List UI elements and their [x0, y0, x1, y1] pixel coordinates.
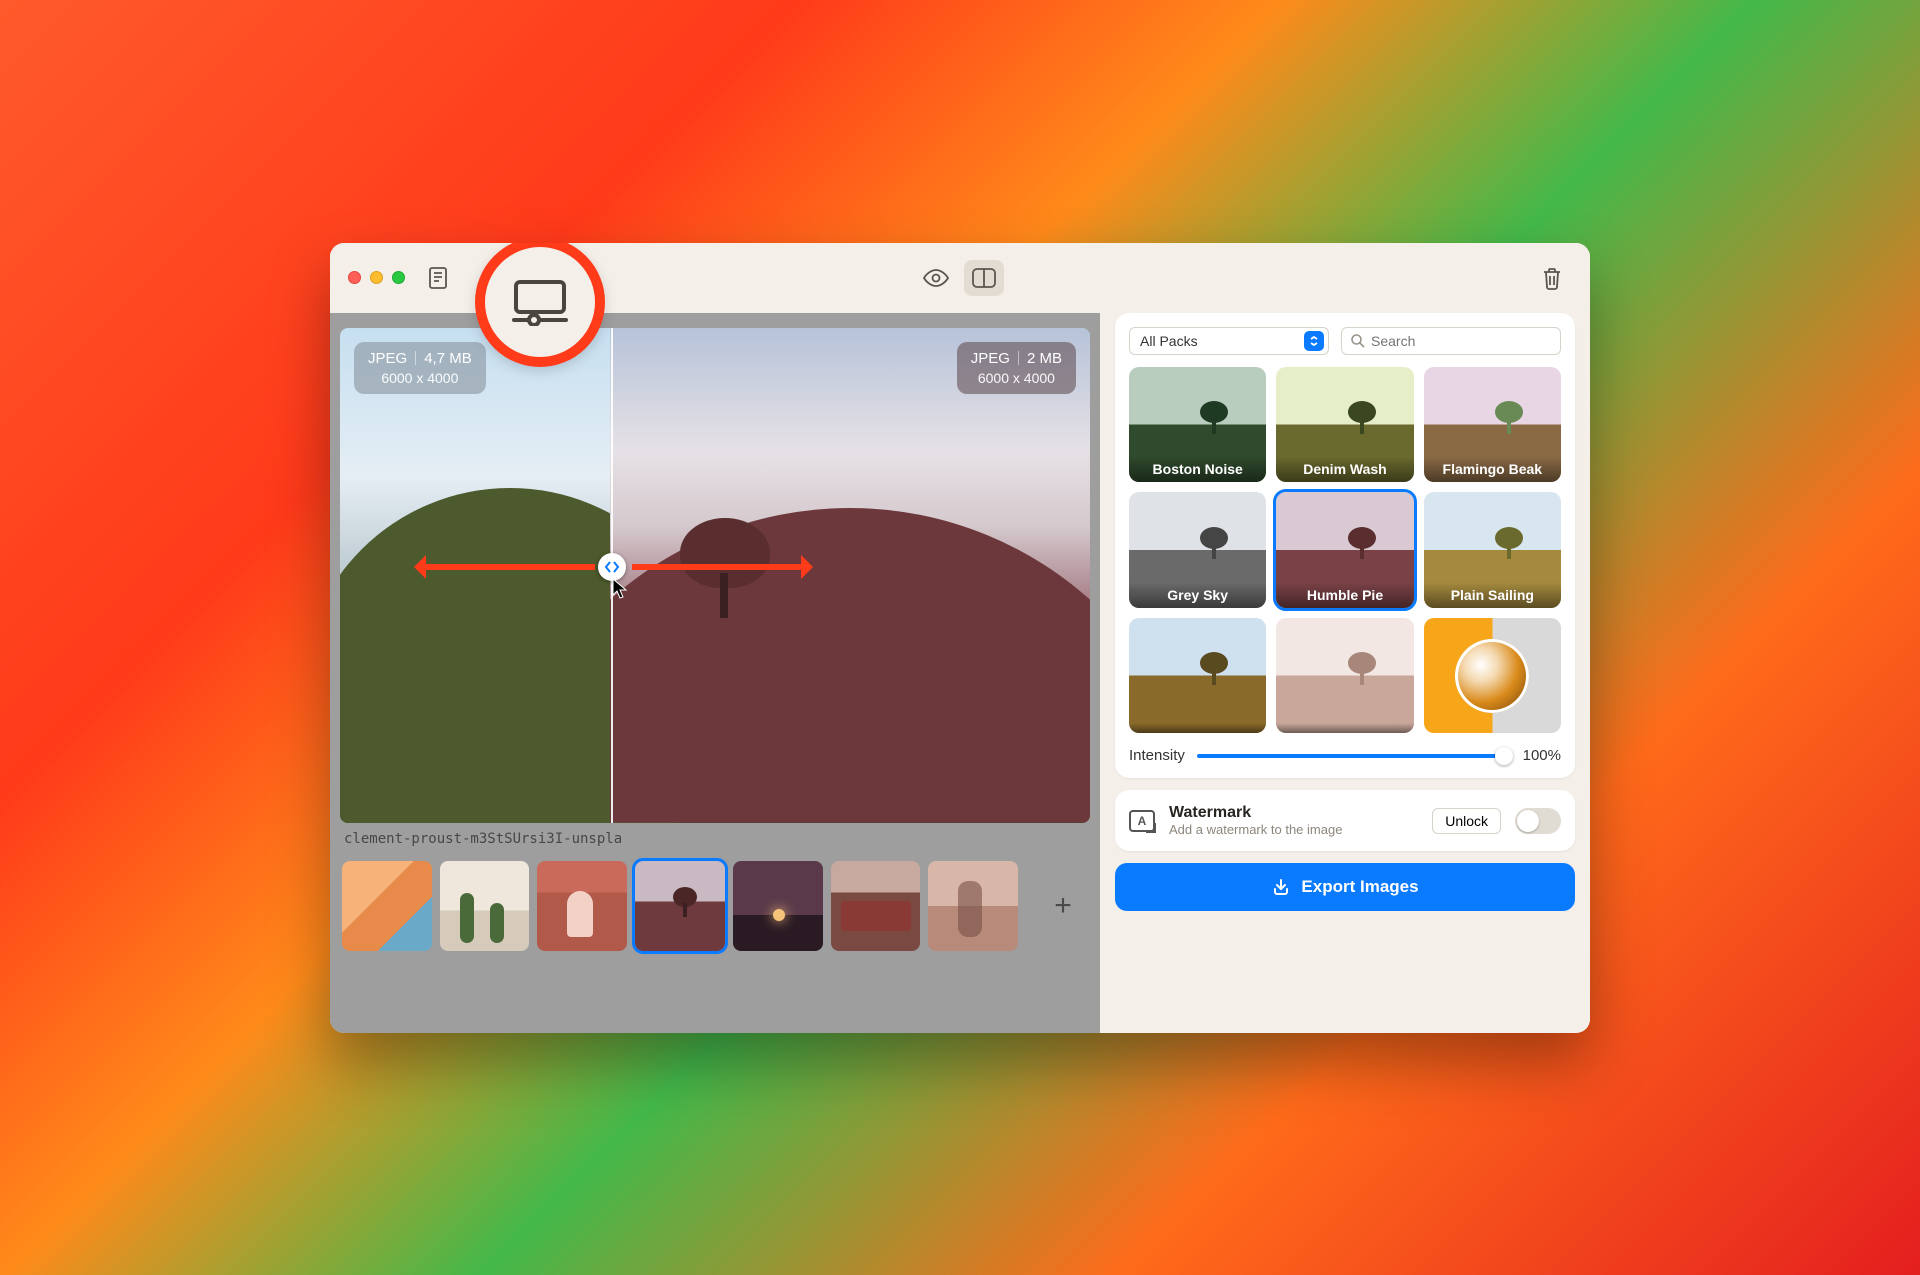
- filtered-format: JPEG: [971, 350, 1010, 367]
- thumbnail-item[interactable]: [537, 861, 627, 951]
- plus-icon: +: [1054, 889, 1072, 923]
- intensity-control: Intensity 100%: [1129, 747, 1561, 764]
- original-size: 4,7 MB: [424, 350, 472, 367]
- style-tile-flamingo-beak[interactable]: Flamingo Beak: [1424, 367, 1561, 483]
- select-chevrons-icon: [1304, 331, 1324, 351]
- preview-pane: JPEG 4,7 MB 6000 x 4000 JPEG 2 MB 6000 x…: [330, 313, 1100, 1033]
- original-dimensions: 6000 x 4000: [368, 370, 472, 386]
- adjustments-icon: [510, 278, 570, 326]
- thumbnail-item[interactable]: [342, 861, 432, 951]
- styles-search-input[interactable]: [1371, 333, 1552, 349]
- toolbar: [330, 243, 1590, 313]
- thumbnail-item[interactable]: [831, 861, 921, 951]
- style-tile-grey-sky[interactable]: Grey Sky: [1129, 492, 1266, 608]
- export-label: Export Images: [1301, 877, 1418, 897]
- image-filename: clement-proust-m3StSUrsi3I-unspla: [340, 823, 1090, 847]
- style-label: Boston Noise: [1129, 456, 1266, 482]
- filtered-dimensions: 6000 x 4000: [971, 370, 1062, 386]
- watermark-icon: A: [1129, 810, 1155, 832]
- thumbnail-item[interactable]: [733, 861, 823, 951]
- style-label: [1276, 723, 1413, 733]
- trash-icon: [1541, 266, 1563, 290]
- style-tile-denim-wash[interactable]: Denim Wash: [1276, 367, 1413, 483]
- document-icon: [427, 266, 449, 290]
- style-tile-boston-noise[interactable]: Boston Noise: [1129, 367, 1266, 483]
- orange-sphere-icon: [1455, 639, 1529, 713]
- compare-split-button[interactable]: [964, 260, 1004, 296]
- watermark-subtitle: Add a watermark to the image: [1169, 822, 1342, 837]
- cursor-icon: [612, 578, 630, 600]
- intensity-label: Intensity: [1129, 747, 1185, 764]
- style-tile[interactable]: [1276, 618, 1413, 734]
- filtered-size: 2 MB: [1027, 350, 1062, 367]
- minimize-window-button[interactable]: [370, 271, 383, 284]
- eye-icon: [922, 268, 950, 288]
- zoom-window-button[interactable]: [392, 271, 405, 284]
- close-window-button[interactable]: [348, 271, 361, 284]
- compare-handle-icon: [603, 558, 621, 576]
- delete-button[interactable]: [1532, 260, 1572, 296]
- thumbnail-item[interactable]: [440, 861, 530, 951]
- thumbnail-strip: +: [340, 847, 1090, 953]
- intensity-value: 100%: [1523, 747, 1561, 764]
- style-label: Grey Sky: [1129, 582, 1266, 608]
- app-window: JPEG 4,7 MB 6000 x 4000 JPEG 2 MB 6000 x…: [330, 243, 1590, 1033]
- watermark-unlock-button[interactable]: Unlock: [1432, 808, 1501, 834]
- thumbnail-item[interactable]: [928, 861, 1018, 951]
- inspector-pane: All Packs Boston Noise: [1100, 313, 1590, 1033]
- style-tile-humble-pie[interactable]: Humble Pie: [1276, 492, 1413, 608]
- original-format: JPEG: [368, 350, 407, 367]
- export-icon: [1271, 877, 1291, 897]
- style-tile[interactable]: [1129, 618, 1266, 734]
- tutorial-arrow-left: [420, 564, 595, 570]
- thumbnail-item[interactable]: [635, 861, 725, 951]
- watermark-title: Watermark: [1169, 804, 1342, 822]
- style-tile-plain-sailing[interactable]: Plain Sailing: [1424, 492, 1561, 608]
- style-label: Plain Sailing: [1424, 582, 1561, 608]
- window-controls: [348, 271, 405, 284]
- styles-panel: All Packs Boston Noise: [1115, 313, 1575, 779]
- export-button[interactable]: Export Images: [1115, 863, 1575, 911]
- preview-visibility-button[interactable]: [916, 260, 956, 296]
- style-label: Flamingo Beak: [1424, 456, 1561, 482]
- filtered-info-badge: JPEG 2 MB 6000 x 4000: [957, 342, 1076, 394]
- intensity-slider[interactable]: [1197, 754, 1511, 758]
- styles-pack-value: All Packs: [1140, 333, 1198, 349]
- search-icon: [1350, 333, 1365, 348]
- style-label: Denim Wash: [1276, 456, 1413, 482]
- styles-grid: Boston Noise Denim Wash Flamingo Beak Gr…: [1129, 367, 1561, 734]
- watermark-panel: A Watermark Add a watermark to the image…: [1115, 790, 1575, 851]
- style-tile-more-packs[interactable]: [1424, 618, 1561, 734]
- image-preview[interactable]: JPEG 4,7 MB 6000 x 4000 JPEG 2 MB 6000 x…: [340, 328, 1090, 823]
- tutorial-highlight-ring: [475, 243, 605, 367]
- split-view-icon: [971, 267, 997, 289]
- watermark-toggle[interactable]: [1515, 808, 1561, 834]
- original-info-badge: JPEG 4,7 MB 6000 x 4000: [354, 342, 486, 394]
- document-mode-button[interactable]: [427, 260, 449, 296]
- style-label: Humble Pie: [1276, 582, 1413, 608]
- style-label: [1129, 723, 1266, 733]
- compare-handle[interactable]: [598, 553, 626, 581]
- tutorial-arrow-right: [632, 564, 807, 570]
- styles-pack-select[interactable]: All Packs: [1129, 327, 1329, 355]
- styles-search[interactable]: [1341, 327, 1561, 355]
- add-image-button[interactable]: +: [1038, 881, 1088, 931]
